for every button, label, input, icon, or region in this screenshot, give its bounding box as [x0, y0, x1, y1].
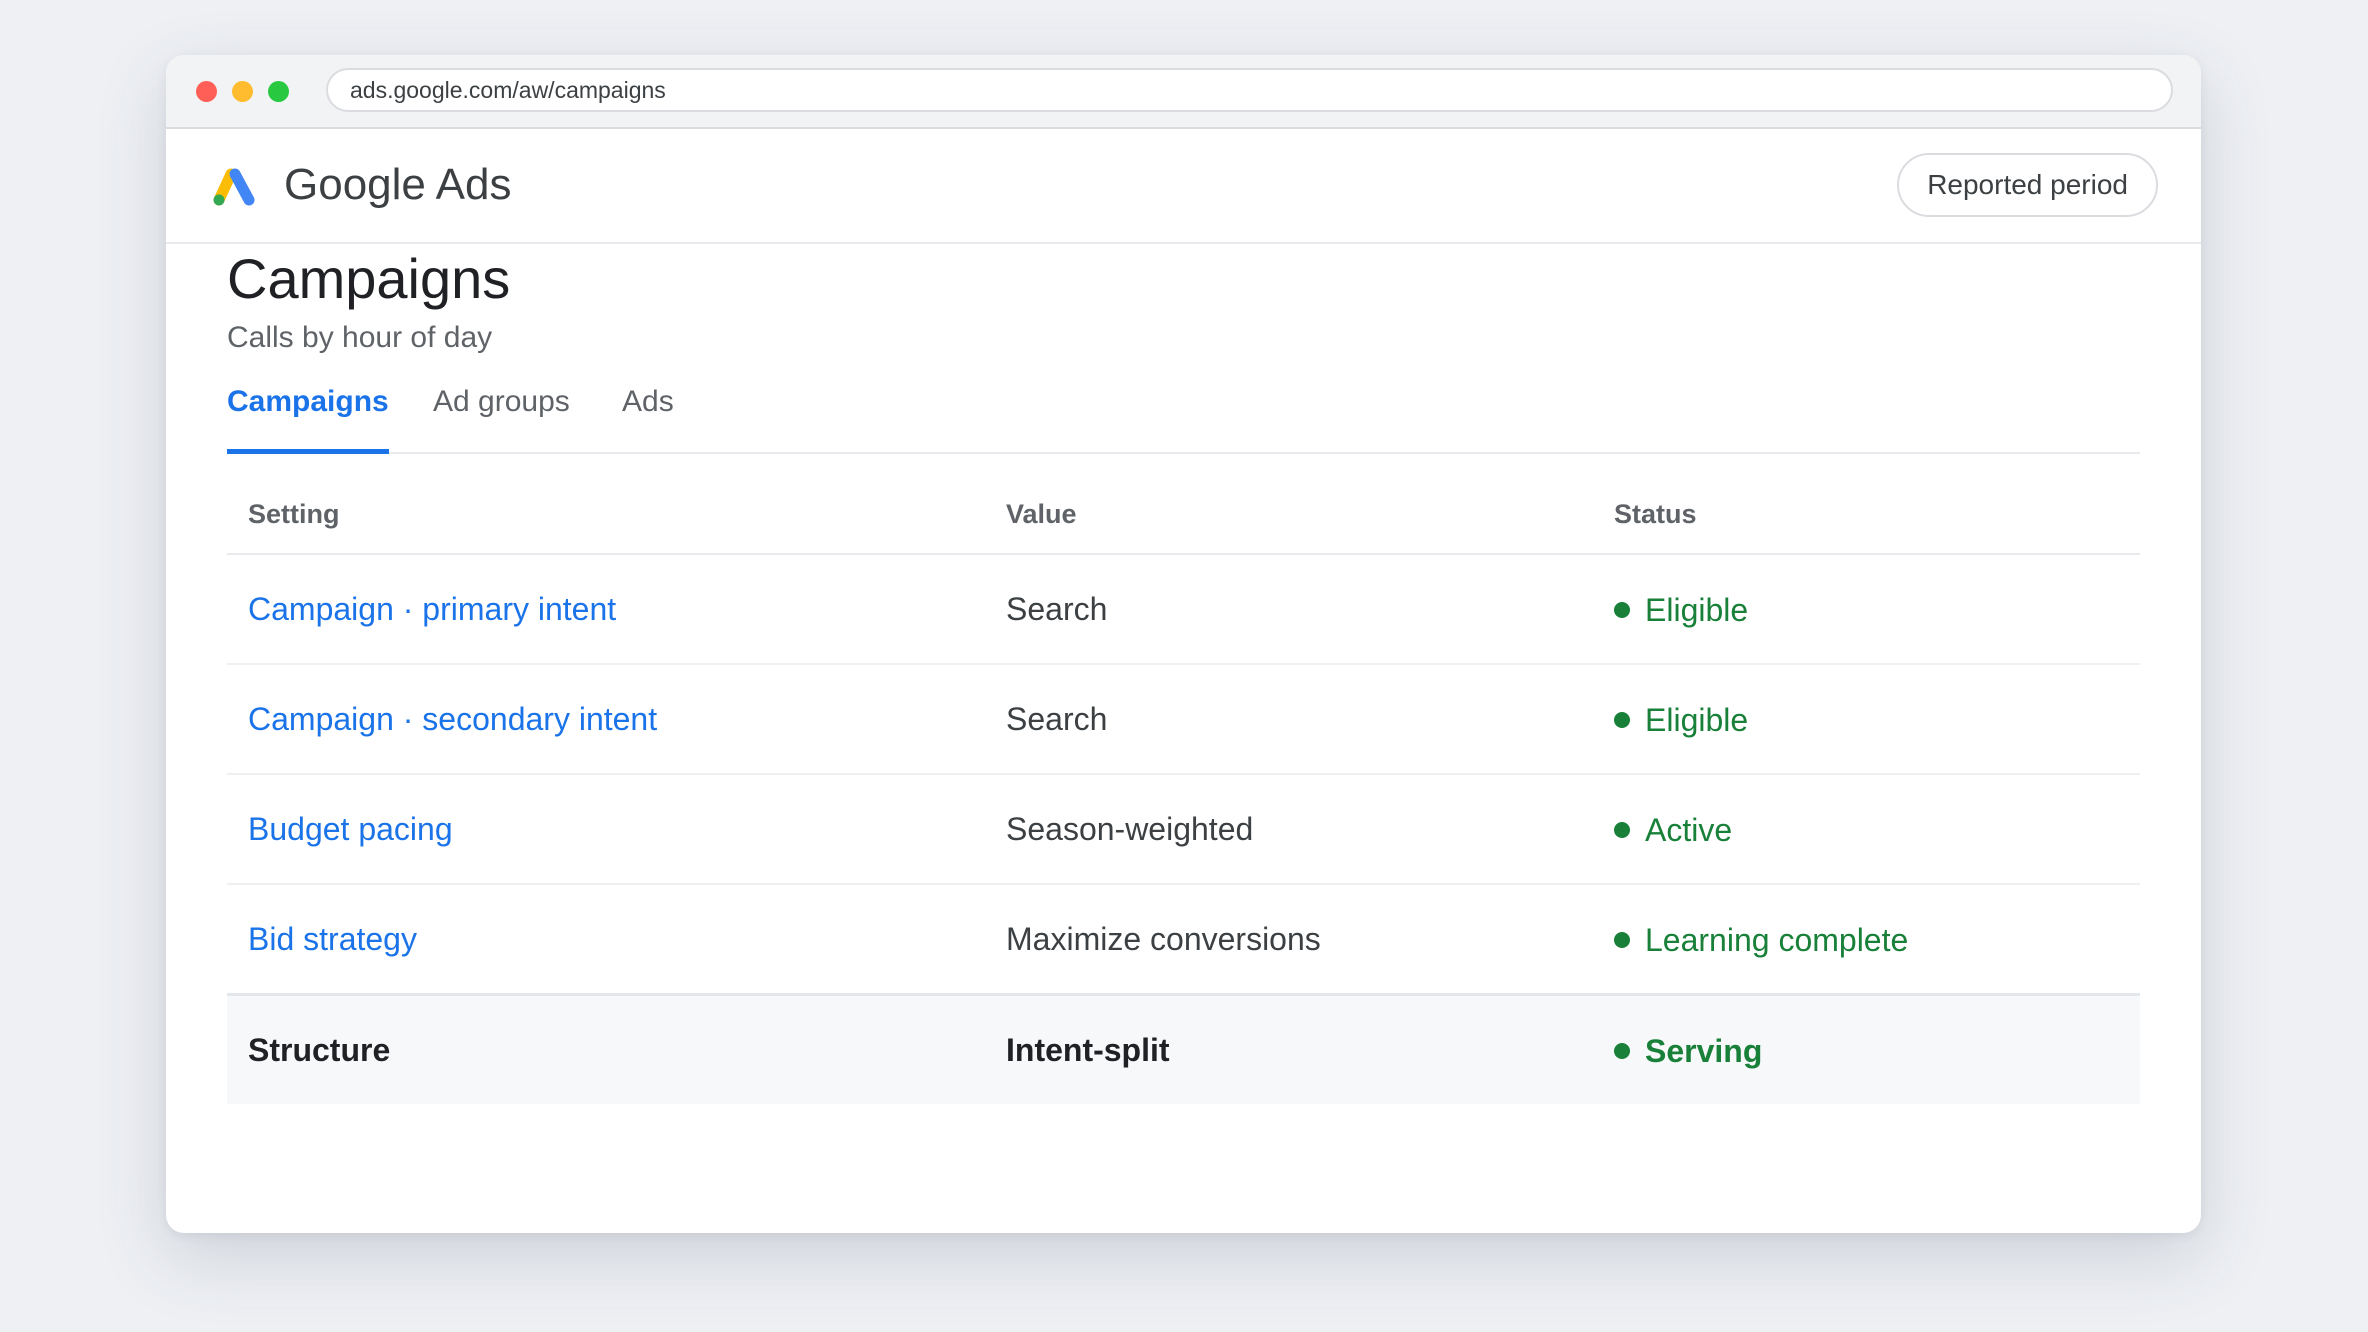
value-cell: Search	[985, 554, 1593, 665]
summary-setting-cell: Structure	[227, 993, 985, 1104]
app-header: Google Ads Reported period	[166, 129, 2201, 244]
summary-status-cell: Serving	[1593, 993, 2140, 1104]
google-ads-logo-icon[interactable]	[212, 166, 258, 206]
value-cell: Maximize conversions	[985, 884, 1593, 996]
tab-ad-groups[interactable]: Ad groups	[433, 376, 570, 452]
table-row: Bid strategy Maximize conversions Learni…	[227, 884, 2140, 996]
value-cell: Search	[985, 664, 1593, 775]
column-header-setting[interactable]: Setting	[227, 475, 985, 555]
status-label: Eligible	[1645, 701, 1749, 738]
tab-bar: Campaigns Ad groups Ads	[227, 376, 2140, 454]
table-header-row: Setting Value Status	[227, 475, 2140, 555]
status-indicator: Serving	[1614, 1033, 1762, 1070]
address-bar[interactable]: ads.google.com/aw/campaigns	[326, 68, 2173, 112]
status-indicator: Eligible	[1614, 592, 1748, 629]
summary-row: Structure Intent-split Serving	[227, 993, 2140, 1104]
status-cell: Learning complete	[1593, 884, 2140, 996]
status-label: Active	[1645, 811, 1733, 848]
setting-cell: Budget pacing	[227, 774, 985, 885]
status-label: Learning complete	[1645, 921, 1909, 958]
column-header-status[interactable]: Status	[1593, 475, 2140, 555]
table-row: Campaign · secondary intent Search Eligi…	[227, 664, 2140, 775]
status-label: Eligible	[1645, 591, 1749, 628]
page-subtitle: Calls by hour of day	[227, 321, 493, 354]
setting-cell: Campaign · primary intent	[227, 554, 985, 665]
browser-window: ads.google.com/aw/campaigns Google Ads R…	[166, 55, 2201, 1233]
status-cell: Eligible	[1593, 554, 2140, 665]
setting-cell: Campaign · secondary intent	[227, 664, 985, 775]
column-header-value[interactable]: Value	[985, 475, 1593, 555]
close-window-button[interactable]	[196, 81, 217, 102]
setting-link[interactable]: Budget pacing	[248, 811, 453, 847]
status-indicator: Active	[1614, 812, 1732, 849]
reported-period-button[interactable]: Reported period	[1897, 153, 2158, 217]
table-row: Campaign · primary intent Search Eligibl…	[227, 554, 2140, 665]
page-title: Campaigns	[227, 247, 511, 310]
setting-link[interactable]: Campaign · primary intent	[248, 591, 616, 627]
status-cell: Eligible	[1593, 664, 2140, 775]
settings-table: Setting Value Status Campaign · primary …	[227, 475, 2140, 1104]
value-cell: Season-weighted	[985, 774, 1593, 885]
status-dot-icon	[1614, 822, 1630, 839]
status-dot-icon	[1614, 712, 1630, 729]
table-row: Budget pacing Season-weighted Active	[227, 774, 2140, 885]
status-cell: Active	[1593, 774, 2140, 885]
setting-link[interactable]: Bid strategy	[248, 921, 417, 957]
browser-titlebar: ads.google.com/aw/campaigns	[166, 55, 2201, 129]
tab-campaigns[interactable]: Campaigns	[227, 376, 389, 454]
maximize-window-button[interactable]	[268, 81, 289, 102]
main-content: Campaigns Calls by hour of day Campaigns…	[227, 242, 2140, 1104]
summary-value-cell: Intent-split	[985, 993, 1593, 1104]
status-indicator: Learning complete	[1614, 922, 1908, 959]
status-dot-icon	[1614, 1043, 1630, 1060]
minimize-window-button[interactable]	[232, 81, 253, 102]
status-indicator: Eligible	[1614, 702, 1748, 739]
status-dot-icon	[1614, 932, 1630, 949]
brand-name: Google Ads	[284, 160, 512, 209]
setting-link[interactable]: Campaign · secondary intent	[248, 701, 657, 737]
setting-cell: Bid strategy	[227, 884, 985, 996]
status-label: Serving	[1645, 1032, 1763, 1069]
status-dot-icon	[1614, 602, 1630, 619]
tab-ads[interactable]: Ads	[622, 376, 674, 452]
